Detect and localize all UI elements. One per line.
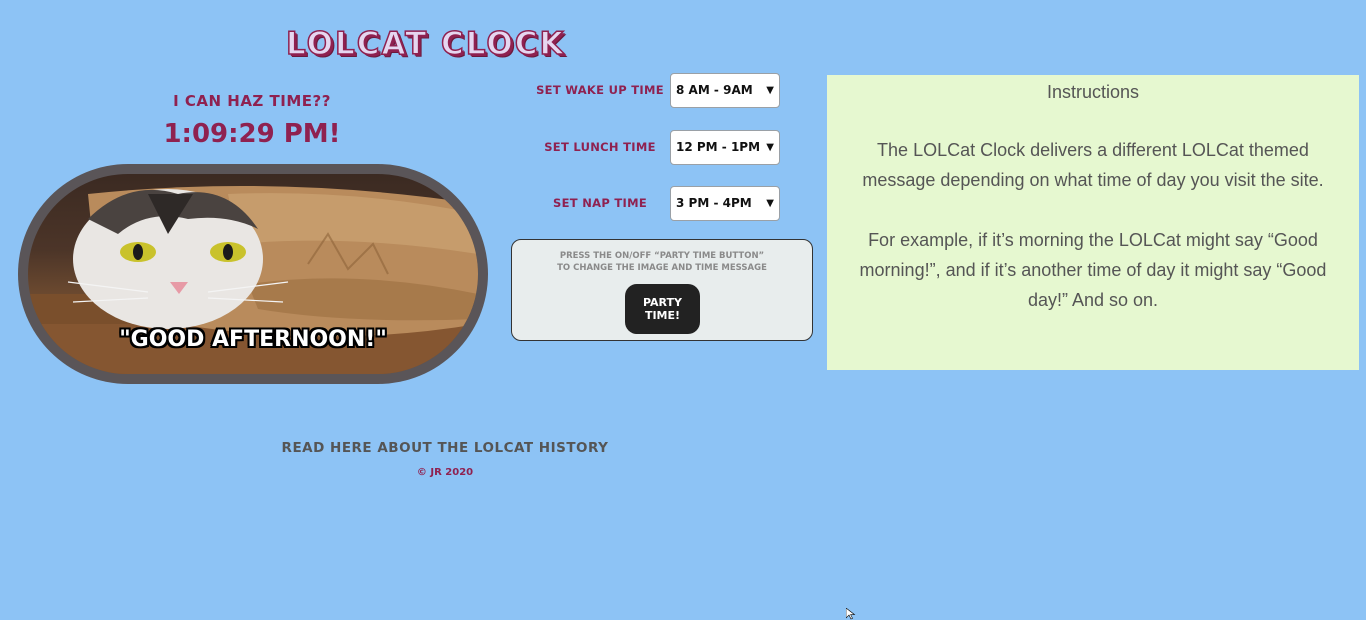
instructions-paragraph-2: For example, if it’s morning the LOLCat … — [859, 230, 1327, 310]
party-time-button[interactable]: Party Time! — [625, 284, 700, 334]
wake-up-time-value: 8 AM - 9AM — [676, 83, 753, 97]
party-instructions: Press the on/off “party time button” to … — [512, 250, 812, 274]
instructions-panel: Instructions The LOLCat Clock delivers a… — [827, 75, 1359, 370]
mouse-pointer-icon — [846, 608, 856, 620]
nap-time-row: Set Nap Time 3 PM - 4PM ▼ — [530, 186, 790, 222]
chevron-down-icon: ▼ — [766, 142, 774, 153]
site-title: LOLCAT CLOCK — [285, 25, 566, 63]
lunch-time-row: Set Lunch Time 12 PM - 1PM ▼ — [530, 130, 790, 166]
lunch-time-select[interactable]: 12 PM - 1PM ▼ — [670, 130, 780, 165]
chevron-down-icon: ▼ — [766, 198, 774, 209]
wake-up-time-label: Set Wake Up Time — [536, 83, 664, 97]
lunch-time-value: 12 PM - 1PM — [676, 140, 761, 154]
nap-time-select[interactable]: 3 PM - 4PM ▼ — [670, 186, 780, 221]
party-time-panel: Press the on/off “party time button” to … — [511, 239, 813, 341]
party-instructions-line-2: to change the image and time message — [557, 263, 767, 273]
chevron-down-icon: ▼ — [766, 85, 774, 96]
wake-up-time-select[interactable]: 8 AM - 9AM ▼ — [670, 73, 780, 108]
wake-up-time-row: Set Wake Up Time 8 AM - 9AM ▼ — [530, 73, 790, 109]
copyright-text: © JR 2020 — [416, 467, 474, 478]
clock-heading: I can haz time?? — [173, 92, 331, 110]
nap-time-value: 3 PM - 4PM — [676, 196, 752, 210]
lolcat-image: "GOOD AFTERNOON!" — [28, 174, 478, 374]
instructions-paragraph-1: The LOLCat Clock delivers a different LO… — [862, 140, 1324, 190]
lunch-time-label: Set Lunch Time — [544, 140, 656, 154]
party-instructions-line-1: Press the on/off “party time button” — [559, 251, 765, 261]
lolcat-history-link[interactable]: Read here about the LOLcat history — [280, 440, 610, 456]
nap-time-label: Set Nap Time — [553, 196, 647, 210]
lolcat-caption: "GOOD AFTERNOON!" — [119, 327, 387, 352]
lolcat-image-frame: "GOOD AFTERNOON!" — [18, 164, 488, 384]
clock-time: 1:09:29 PM! — [163, 119, 341, 149]
instructions-title: Instructions — [1046, 82, 1140, 102]
